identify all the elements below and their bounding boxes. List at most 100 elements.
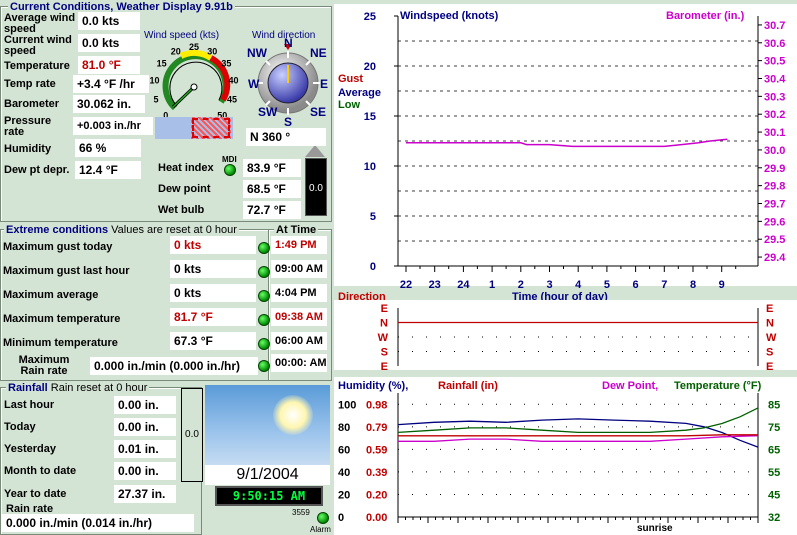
extreme-row-label: Maximum gust today: [3, 241, 113, 253]
extreme-row-indicator: [258, 314, 270, 326]
baro-y-tick: 30.3: [764, 91, 785, 103]
humidity-temperature-chart: Humidity (%), Rainfall (in) Dew Point, Temp…: [338, 380, 780, 534]
humidity-y-tick: 100: [338, 399, 356, 411]
baro-y-tick: 30.6: [764, 38, 785, 50]
rainfall-series-line: [398, 434, 758, 437]
extreme-row-value: 67.3 °F: [170, 332, 256, 350]
side-gauge: 0.0: [305, 158, 327, 216]
extreme-row-label: Maximum Rain rate: [18, 354, 70, 377]
compass-sw: SW: [258, 105, 278, 119]
direction-y-tick-left: E: [381, 361, 388, 370]
rain-y-tick: 0.39: [366, 467, 387, 479]
compass-n: N: [284, 36, 293, 50]
rain-row-label: Yesterday: [4, 443, 56, 455]
legend-gust: Gust: [338, 73, 363, 85]
avg-wind-value: 0.0 kts: [78, 12, 140, 30]
gauge-tick-label: 5: [153, 94, 158, 104]
extreme-row-indicator: [258, 290, 270, 302]
extreme-row-indicator: [258, 242, 270, 254]
rain-y-tick: 0.98: [366, 399, 387, 411]
rainfall-title: Rainfall (in): [438, 380, 498, 392]
sun-icon: [273, 395, 313, 435]
compass-e: E: [320, 77, 329, 91]
extreme-note: Values are reset at 0 hour: [111, 224, 237, 236]
side-gauge-arrow: [305, 145, 325, 157]
direction-y-tick-left: S: [381, 347, 388, 359]
rain-row-label: Year to date: [4, 488, 67, 500]
extreme-row-time: 09:00 AM: [271, 260, 327, 278]
compass-s: S: [284, 115, 293, 129]
humidity-y-tick: 80: [338, 422, 350, 434]
wind-y-tick: 10: [364, 161, 376, 173]
extreme-row-label: Minimum temperature: [3, 337, 118, 349]
dew-depr-label: Dew pt depr.: [4, 164, 70, 176]
wind-y-tick: 25: [364, 11, 376, 23]
baro-y-tick: 29.7: [764, 199, 785, 211]
alarm-indicator[interactable]: [317, 512, 329, 524]
direction-y-tick-left: E: [381, 303, 388, 315]
extreme-row-label: Maximum gust last hour: [3, 265, 130, 277]
direction-chart: DirectionE EN NW WS SE E: [338, 291, 777, 370]
extreme-row-time: 06:00 AM: [271, 332, 327, 350]
mdi-indicator: [224, 164, 236, 176]
cur-wind-value: 0.0 kts: [78, 34, 140, 52]
dew-depr-value: 12.4 °F: [75, 161, 141, 179]
temp-y-tick: 65: [768, 444, 780, 456]
humidity-y-tick: 40: [338, 467, 350, 479]
extreme-row-indicator: [258, 266, 270, 278]
wind-speed-gauge: 05101520 25 3035404550: [149, 42, 238, 120]
temp-rate-label: Temp rate: [4, 78, 56, 90]
pressure-rate-label: Pressure rate: [4, 115, 52, 138]
heat-index-value: 83.9 °F: [243, 159, 301, 177]
wind-direction-value: N 360 °: [246, 128, 326, 146]
wet-bulb-label: Wet bulb: [158, 204, 205, 216]
extreme-row-value: 0 kts: [170, 284, 256, 302]
humidity-y-tick: 60: [338, 444, 350, 456]
baro-y-tick: 30.7: [764, 20, 785, 32]
temp-rate-value: +3.4 °F /hr: [73, 75, 149, 93]
gauge-tick-label: 45: [227, 94, 237, 104]
extreme-row-label: Maximum temperature: [3, 313, 121, 325]
rain-row-value: 27.37 in.: [114, 485, 176, 503]
gauge-tick-label: 15: [157, 59, 167, 69]
rain-row-label: Today: [4, 421, 36, 433]
wet-bulb-value: 72.7 °F: [243, 201, 301, 219]
compass-ne: NE: [310, 46, 327, 60]
baro-y-tick: 29.6: [764, 216, 785, 228]
wind-speed-digital: 00: [155, 117, 233, 139]
dewpoint-series-line: [398, 435, 759, 442]
compass-nw: NW: [247, 46, 267, 60]
humidity-title: Humidity (%),: [338, 380, 408, 392]
dewpoint-title: Dew Point,: [602, 380, 658, 392]
baro-y-tick: 29.9: [764, 163, 785, 175]
clock-display: 9:50:15 AM: [215, 486, 323, 506]
baro-y-tick: 29.8: [764, 181, 785, 193]
legend-average: Average: [338, 87, 381, 99]
humidity-value: 66 %: [75, 139, 141, 157]
temperature-title: Temperature (°F): [674, 380, 762, 392]
gauge-tick-label: 10: [149, 76, 159, 86]
rainfall-title: Rainfall Rain reset at 0 hour: [6, 382, 150, 394]
date-display: 9/1/2004: [205, 465, 330, 485]
gauge-tick-label: 40: [228, 76, 238, 86]
gauge-tick-label: 25: [189, 42, 199, 52]
side-gauge-value: 0.0: [309, 183, 323, 194]
compass-w: W: [248, 77, 260, 91]
direction-y-tick-right: S: [766, 347, 773, 359]
wind-chart-title: Windspeed (knots): [400, 10, 499, 22]
humidity-y-tick: 20: [338, 489, 350, 501]
at-time-title: At Time: [274, 224, 319, 236]
wind-y-tick: 0: [370, 261, 376, 273]
heat-index-label: Heat index: [158, 162, 214, 174]
pressure-rate-value: +0.003 in./hr: [73, 117, 153, 135]
extreme-row-time: 00:00: AM: [271, 354, 327, 372]
rain-row-value: 0.00 in.: [114, 462, 176, 480]
baro-chart-title: Barometer (in.): [666, 10, 745, 22]
extreme-row-indicator: [258, 338, 270, 350]
wind-y-tick: 5: [370, 211, 376, 223]
gauge-tick-label: 35: [221, 59, 231, 69]
temp-y-tick: 55: [768, 467, 780, 479]
baro-y-tick: 30.4: [764, 74, 786, 86]
rain-y-tick: 0.79: [366, 422, 387, 434]
temp-value: 81.0 °F: [78, 56, 140, 74]
